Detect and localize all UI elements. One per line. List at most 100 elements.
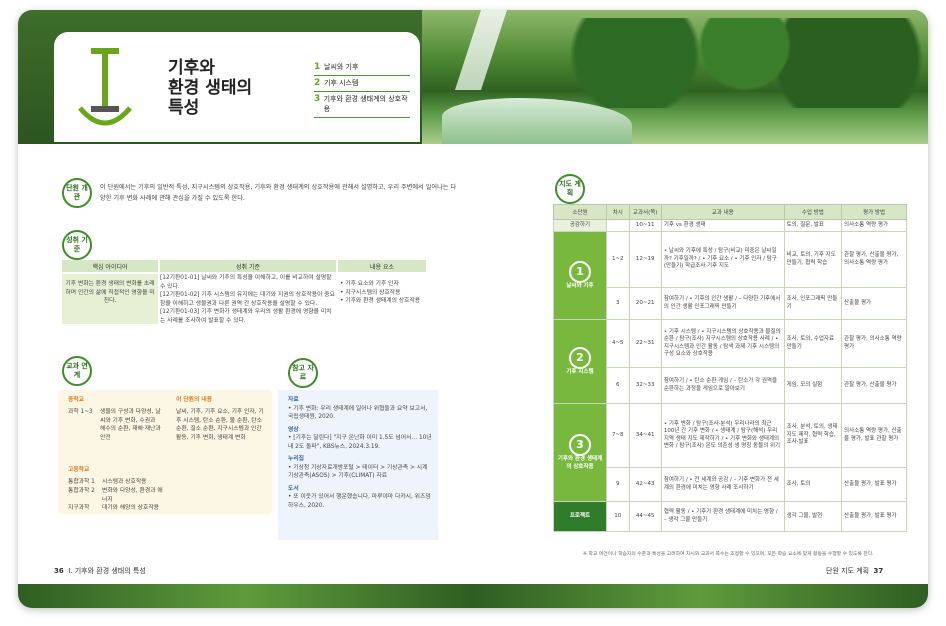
unit-label: 기후와 환경 생태계의 상호작용 [557, 456, 603, 470]
right-page: 지도 계획 소단원 차시 교과서(쪽) 교과 내용 수업 방법 평가 방법 공감… [473, 144, 928, 584]
std-header-elements: 내용 요소 [338, 260, 426, 272]
col-header: 수업 방법 [783, 204, 843, 220]
ref-head: 영상 [288, 426, 299, 433]
eval-cell: 관찰 평가, 산출물 평가 [841, 367, 907, 404]
unit-content-label: 이 단원의 내용 [176, 397, 213, 403]
tag-label: 참고 자료 [292, 364, 314, 381]
period-cell: 6 [605, 367, 630, 404]
footer-text: 단원 지도 계획 [826, 567, 870, 575]
toc-num: 3 [314, 94, 321, 104]
std-header-standard: 성취 기준 [160, 260, 336, 272]
pages-cell: 10~11 [628, 219, 662, 232]
pages-cell: 20~21 [628, 287, 662, 320]
element-item: • 지구시스템의 상호작용 [340, 289, 401, 296]
content-cell: 기후 vs 환경 생태 [660, 219, 785, 232]
chapter-toc: 1 날씨와 기후 2 기후 시스템 3 기후와 환경 생태계의 상호작용 [314, 60, 410, 118]
chapter-title-line2: 환경 생태의 [168, 78, 253, 98]
col-header: 평가 방법 [841, 204, 907, 220]
pages-cell: 32~33 [628, 367, 662, 404]
unit-label: 날씨와 기후 [566, 282, 594, 289]
toc-item[interactable]: 2 기후 시스템 [314, 76, 410, 92]
left-page: 단원 개관 이 단원에서는 기후의 일반적 특성, 지구시스템의 상호작용, 기… [18, 144, 473, 584]
achievement-standard-tag: 성취 기준 [62, 230, 92, 260]
table-row: 3 20~21 참여하기 / • 기후의 인간 생활 / – 다양한 기후에서의… [554, 287, 907, 320]
link-grade: 통합과학 1 [68, 479, 95, 485]
period-cell: 4~5 [605, 319, 630, 368]
link-grade: 지구과학 [68, 505, 90, 511]
waterfall-landscape-photo [422, 10, 928, 144]
unit-3-cell: 3 기후와 환경 생태계의 상호작용 [553, 403, 607, 502]
toc-num: 1 [314, 62, 321, 72]
tag-label: 단원 개관 [66, 184, 88, 201]
method-cell: 비교, 토의, 기후 지도 만들기, 협력 학습 [783, 231, 843, 288]
chapter-roman-numeral-icon: I [78, 48, 132, 126]
unit-badge: 3 기후와 환경 생태계의 상호작용 [556, 434, 604, 471]
ref-head: 자료 [288, 397, 299, 403]
textbook-spread: I 기후와 환경 생태의 특성 1 날씨와 기후 2 기후 시스템 3 기후와 환경 … [18, 10, 928, 608]
right-page-number: 단원 지도 계획 37 [826, 566, 883, 576]
element-item: • 기후와 환경 생태계의 상호작용 [340, 298, 421, 304]
unit-number: 3 [568, 434, 591, 456]
left-page-number: 36 I. 기후와 환경 생태의 특성 [54, 566, 146, 576]
ref-text[interactable]: • [기후는 달린다] "지구 온난화 이미 1.5도 넘어서… 10년 내 2… [288, 434, 432, 451]
table-row: 프로젝트 10 44~45 협력 활동 / • 기후가 환경 생태계에 미치는 … [553, 501, 907, 532]
unit-content-text: 날씨, 기후, 기후 요소, 기후 인자, 기후 시스템, 탄소 순환, 물 순… [176, 409, 264, 441]
table-row: 3 기후와 환경 생태계의 상호작용 7~8 34~41 • 기후 변화 / 탐구… [553, 403, 907, 502]
subject-link-box: 중학교 과학 1~3 생물의 구성과 다양성, 날씨와 기후 변화, 수권과 해… [58, 390, 272, 514]
method-cell: 조사, 인포그래픽 만들기 [783, 287, 843, 320]
period-cell: 9 [605, 467, 630, 502]
chapter-title-line1: 기후와 [168, 58, 215, 78]
ref-text[interactable]: • 기후 변화: 우리 생태계에 일어나 위협들과 요약 보고서, 국립생태원,… [288, 405, 432, 422]
table-header-row: 소단원 차시 교과서(쪽) 교과 내용 수업 방법 평가 방법 [553, 204, 907, 220]
ref-text[interactable]: • 또 이웃가 있어서 행운했습니다, 마루야마 다카시, 위즈덤하우스, 20… [288, 493, 432, 510]
table-footnote: ※ 학교 여건이나 학습자의 수준과 특성을 고려하여 차시와 교과서 쪽수는 … [583, 552, 874, 557]
standard-item: [12기환01-03] 기후 변화가 생태계와 우리의 생활 환경에 영향을 미… [160, 309, 332, 324]
col-header: 차시 [605, 204, 630, 220]
method-cell: 생각 그물, 발현 [783, 501, 843, 532]
chapter-title-line3: 특성 [168, 98, 200, 118]
content-cell: 참여하기 / • 탄소 순환 게임 / – 탄소가 각 권역을 순환하는 과정을… [660, 367, 785, 404]
eval-cell: 산출물 평가, 발표 평가 [841, 467, 907, 502]
period-cell: 3 [605, 287, 630, 320]
content-cell: 협력 활동 / • 기후가 환경 생태계에 미치는 영향 / – 생각 그물 만… [660, 501, 785, 532]
table-row: 1 날씨와 기후 1~2 12~19 • 날씨와 기후에 특성 / 탐구(비교) … [553, 231, 907, 320]
ref-text[interactable]: • 기상청 기상자료개방포털 > 테이터 > 기상관측 > 시계기상관측(ASO… [288, 464, 432, 481]
pages-cell: 44~45 [628, 501, 662, 532]
reference-tag: 참고 자료 [288, 358, 318, 388]
method-cell: 조사, 분석, 토의, 생태 지도 제작, 협력 학습, 조사·발표 [783, 403, 843, 468]
unit-overview-text: 이 단원에서는 기후의 일반적 특성, 지구시스템의 상호작용, 기후와 환경 … [100, 184, 457, 202]
element-item: • 기후 요소와 기후 인자 [340, 281, 399, 287]
unit-number: 2 [568, 346, 591, 369]
lesson-plan-table: 소단원 차시 교과서(쪽) 교과 내용 수업 방법 평가 방법 공감하기 10~… [553, 204, 907, 532]
foliage-footer-band [18, 584, 928, 608]
content-cell: 참여하기 / • 전 세계와 공감 / – 기후 변화가 전 세계의 환경에 미… [660, 467, 785, 502]
tag-label: 교과 연계 [66, 362, 88, 379]
method-cell: 게임, 모의 실험 [783, 367, 843, 404]
toc-num: 2 [314, 78, 321, 88]
toc-item[interactable]: 3 기후와 환경 생태계의 상호작용 [314, 92, 410, 118]
link-grade: 과학 1~3 [68, 409, 93, 415]
tag-label: 성취 기준 [66, 236, 88, 253]
unit-badge: 1 날씨와 기후 [556, 260, 604, 291]
unit-number: 1 [568, 260, 591, 283]
pages-cell: 12~19 [628, 231, 662, 288]
toc-item[interactable]: 1 날씨와 기후 [314, 60, 410, 76]
eval-cell: 관찰 평가, 산출물 평가, 의사소통 역량 평가 [841, 231, 907, 288]
toc-label: 날씨와 기후 [324, 63, 359, 71]
content-cell: • 기후 변화 / 탐구(조사·분석) 우리나라의 최근 100년 간 기후 변… [660, 403, 785, 468]
col-header: 교과서(쪽) [628, 204, 662, 220]
footer-text: I. 기후와 환경 생태의 특성 [68, 567, 146, 575]
eval-cell: 관찰 평가, 의사소통 역량 평가 [841, 319, 907, 368]
unit-badge: 2 기후 시스템 [556, 346, 604, 377]
middle-school-label: 중학교 [68, 397, 84, 403]
unit-cell: 공감하기 [553, 219, 607, 232]
pages-cell: 22~31 [628, 319, 662, 368]
tag-label: 지도 계획 [559, 180, 581, 197]
std-header-idea: 핵심 아이디어 [62, 260, 158, 272]
content-cell: • 기후 시스템 / • 지구시스템의 상호작용과 물질의 순환 / 탐구(조사… [660, 319, 785, 368]
unit-1-cell: 1 날씨와 기후 [553, 231, 607, 320]
reference-list: 자료 • 기후 변화: 우리 생태계에 일어나 위협들과 요약 보고서, 국립생… [288, 396, 432, 510]
link-text: 변화와 다양성, 환경과 에너지 [102, 488, 163, 503]
ref-head: 누리집 [288, 456, 304, 462]
standard-item: [12기환01-01] 날씨와 기후의 특성을 이해하고, 이를 비교하여 설명… [160, 275, 332, 290]
